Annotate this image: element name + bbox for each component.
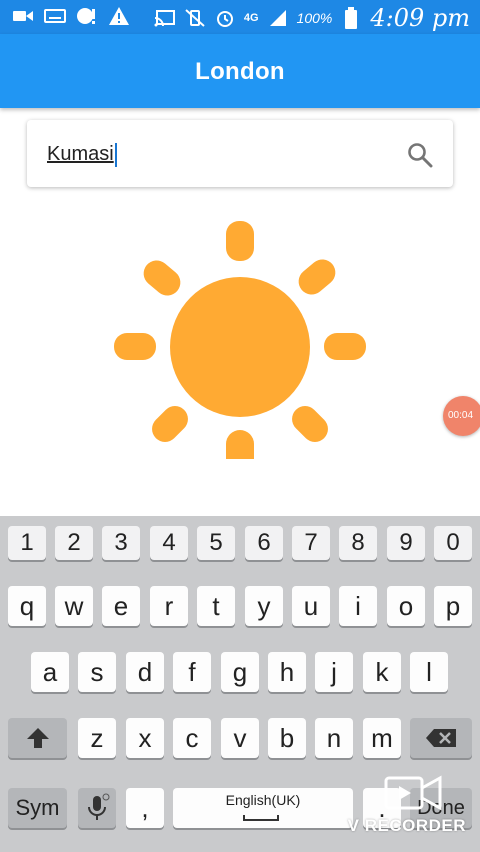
- recorder-timer-bubble[interactable]: 00:04: [443, 396, 480, 436]
- clock: 4:09 pm: [370, 4, 470, 32]
- video-camera-icon: [12, 6, 34, 26]
- video-recorder-icon: [384, 775, 442, 811]
- keyboard-row-1: q w e r t y u i o p: [0, 586, 480, 634]
- key-g[interactable]: g: [221, 652, 259, 692]
- key-2[interactable]: 2: [55, 526, 93, 560]
- key-d[interactable]: d: [126, 652, 164, 692]
- voice-input-key[interactable]: [78, 788, 116, 828]
- keyboard-icon: [44, 6, 66, 26]
- app-bar: London: [0, 34, 480, 108]
- battery-percent: 100%: [296, 10, 333, 26]
- search-input-value: Kumasi: [47, 143, 114, 165]
- network-type: 4G: [243, 12, 259, 24]
- settings-alert-icon: [76, 6, 98, 26]
- space-bar-icon: [243, 815, 279, 821]
- key-c[interactable]: c: [173, 718, 211, 758]
- key-x[interactable]: x: [126, 718, 164, 758]
- key-y[interactable]: y: [245, 586, 283, 626]
- city-search-input[interactable]: Kumasi: [47, 139, 117, 169]
- cast-icon: [154, 8, 176, 28]
- key-b[interactable]: b: [268, 718, 306, 758]
- key-8[interactable]: 8: [339, 526, 377, 560]
- recorder-time: 00:04: [448, 410, 474, 421]
- key-t[interactable]: t: [197, 586, 235, 626]
- symbols-key[interactable]: Sym: [8, 788, 67, 828]
- key-9[interactable]: 9: [387, 526, 425, 560]
- page-title: London: [195, 58, 285, 85]
- key-4[interactable]: 4: [150, 526, 188, 560]
- vibrate-mute-icon: [184, 8, 206, 28]
- key-w[interactable]: w: [55, 586, 93, 626]
- key-k[interactable]: k: [363, 652, 401, 692]
- shift-arrow-icon: [26, 728, 49, 748]
- key-a[interactable]: a: [31, 652, 69, 692]
- weather-icon: [100, 210, 380, 460]
- keyboard-number-row: 1 2 3 4 5 6 7 8 9 0: [0, 526, 480, 574]
- backspace-icon: [426, 729, 456, 747]
- search-icon: [408, 143, 433, 168]
- key-o[interactable]: o: [387, 586, 425, 626]
- keyboard-row-3: z x c v b n m: [0, 718, 480, 766]
- microphone-icon: [88, 793, 110, 820]
- key-3[interactable]: 3: [102, 526, 140, 560]
- comma-key[interactable]: ,: [126, 788, 164, 828]
- key-p[interactable]: p: [434, 586, 472, 626]
- key-s[interactable]: s: [78, 652, 116, 692]
- key-i[interactable]: i: [339, 586, 377, 626]
- space-key[interactable]: English(UK): [173, 788, 353, 828]
- backspace-key[interactable]: [410, 718, 472, 758]
- recorder-watermark: V RECORDER: [347, 816, 466, 835]
- key-u[interactable]: u: [292, 586, 330, 626]
- warning-icon: [108, 6, 130, 26]
- key-h[interactable]: h: [268, 652, 306, 692]
- search-button[interactable]: [407, 142, 433, 168]
- key-7[interactable]: 7: [292, 526, 330, 560]
- status-bar: 4G 100% 4:09 pm: [0, 0, 480, 34]
- key-5[interactable]: 5: [197, 526, 235, 560]
- key-j[interactable]: j: [315, 652, 353, 692]
- key-n[interactable]: n: [315, 718, 353, 758]
- key-q[interactable]: q: [8, 586, 46, 626]
- search-card: Kumasi: [27, 120, 453, 187]
- shift-key[interactable]: [8, 718, 67, 758]
- keyboard-row-2: a s d f g h j k l: [0, 652, 480, 700]
- key-m[interactable]: m: [363, 718, 401, 758]
- signal-icon: [267, 8, 289, 28]
- key-l[interactable]: l: [410, 652, 448, 692]
- alarm-icon: [214, 8, 236, 28]
- text-caret: [114, 142, 117, 167]
- keyboard-language-label: English(UK): [225, 792, 301, 808]
- key-1[interactable]: 1: [8, 526, 46, 560]
- sun-icon: [114, 221, 366, 459]
- key-z[interactable]: z: [78, 718, 116, 758]
- key-f[interactable]: f: [173, 652, 211, 692]
- key-0[interactable]: 0: [434, 526, 472, 560]
- key-e[interactable]: e: [102, 586, 140, 626]
- battery-icon: [340, 7, 362, 29]
- key-6[interactable]: 6: [245, 526, 283, 560]
- key-r[interactable]: r: [150, 586, 188, 626]
- key-v[interactable]: v: [221, 718, 259, 758]
